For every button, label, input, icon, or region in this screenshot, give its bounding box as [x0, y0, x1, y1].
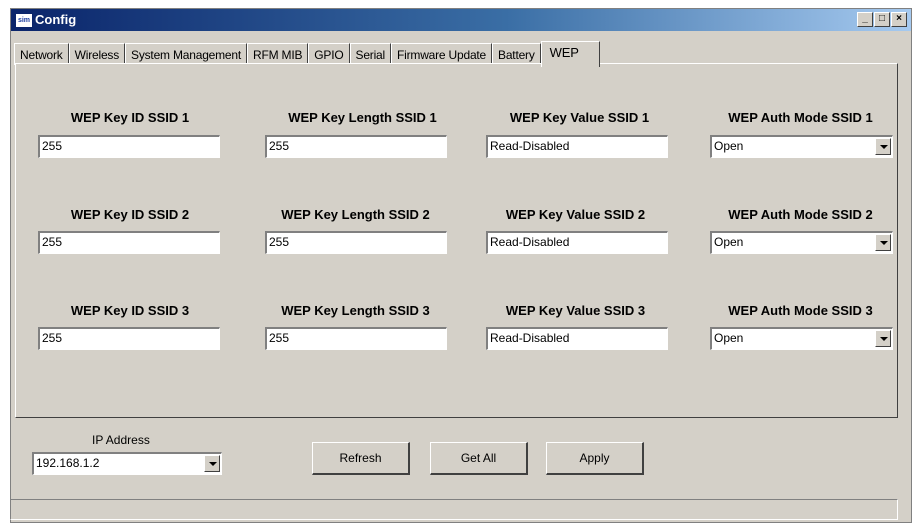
auth-mode-label-1: WEP Auth Mode SSID 1	[728, 110, 873, 125]
tab-network[interactable]: Network	[14, 43, 69, 65]
chevron-down-icon[interactable]	[875, 330, 891, 347]
key-length-label-2: WEP Key Length SSID 2	[281, 207, 430, 222]
minimize-button[interactable]: _	[857, 12, 873, 27]
maximize-button[interactable]: □	[874, 12, 890, 27]
key-value-field-3[interactable]: Read-Disabled	[486, 327, 668, 350]
ip-address-select[interactable]: 192.168.1.2	[32, 452, 222, 475]
refresh-button[interactable]: Refresh	[312, 442, 410, 475]
auth-mode-select-3[interactable]: Open	[710, 327, 893, 350]
key-length-label-1: WEP Key Length SSID 1	[288, 110, 437, 125]
auth-mode-value-3: Open	[714, 331, 744, 345]
key-id-label-2: WEP Key ID SSID 2	[70, 207, 190, 222]
auth-mode-select-1[interactable]: Open	[710, 135, 893, 158]
tab-battery[interactable]: Battery	[492, 43, 541, 65]
tab-firmware-update[interactable]: Firmware Update	[391, 43, 493, 65]
chevron-down-icon[interactable]	[875, 138, 891, 155]
auth-mode-select-2[interactable]: Open	[710, 231, 893, 254]
key-id-field-3[interactable]: 255	[38, 327, 220, 350]
tab-wireless[interactable]: Wireless	[68, 43, 126, 65]
key-length-field-3[interactable]: 255	[265, 327, 447, 350]
tab-wep[interactable]: WEP	[540, 41, 600, 67]
status-bar	[10, 499, 898, 520]
key-id-label-1: WEP Key ID SSID 1	[70, 110, 190, 125]
key-id-field-1[interactable]: 255	[38, 135, 220, 158]
ip-address-label: IP Address	[92, 433, 150, 447]
key-length-field-2[interactable]: 255	[265, 231, 447, 254]
auth-mode-label-3: WEP Auth Mode SSID 3	[728, 303, 873, 318]
key-value-label-2: WEP Key Value SSID 2	[505, 207, 646, 222]
tab-gpio[interactable]: GPIO	[308, 43, 350, 65]
apply-button[interactable]: Apply	[546, 442, 644, 475]
auth-mode-value-1: Open	[714, 139, 744, 153]
key-id-label-3: WEP Key ID SSID 3	[70, 303, 190, 318]
tab-system-management[interactable]: System Management	[125, 43, 248, 65]
key-value-field-2[interactable]: Read-Disabled	[486, 231, 668, 254]
chevron-down-icon[interactable]	[875, 234, 891, 251]
get-all-button[interactable]: Get All	[430, 442, 528, 475]
app-icon: sim	[15, 13, 33, 28]
key-id-field-2[interactable]: 255	[38, 231, 220, 254]
key-length-field-1[interactable]: 255	[265, 135, 447, 158]
tab-serial[interactable]: Serial	[349, 43, 391, 65]
tab-rfm-mib[interactable]: RFM MIB	[247, 43, 309, 65]
key-value-label-1: WEP Key Value SSID 1	[509, 110, 650, 125]
auth-mode-label-2: WEP Auth Mode SSID 2	[728, 207, 873, 222]
auth-mode-value-2: Open	[714, 235, 744, 249]
chevron-down-icon[interactable]	[204, 455, 220, 472]
key-value-field-1[interactable]: Read-Disabled	[486, 135, 668, 158]
tab-strip: Network Wireless System Management RFM M…	[14, 41, 600, 67]
window-title: Config	[35, 12, 77, 27]
window-controls: _ □ ×	[856, 12, 907, 27]
key-length-label-3: WEP Key Length SSID 3	[281, 303, 430, 318]
title-bar[interactable]: sim Config _ □ ×	[11, 9, 911, 31]
ip-address-value: 192.168.1.2	[36, 456, 100, 470]
close-button[interactable]: ×	[891, 12, 907, 27]
key-value-label-3: WEP Key Value SSID 3	[505, 303, 646, 318]
